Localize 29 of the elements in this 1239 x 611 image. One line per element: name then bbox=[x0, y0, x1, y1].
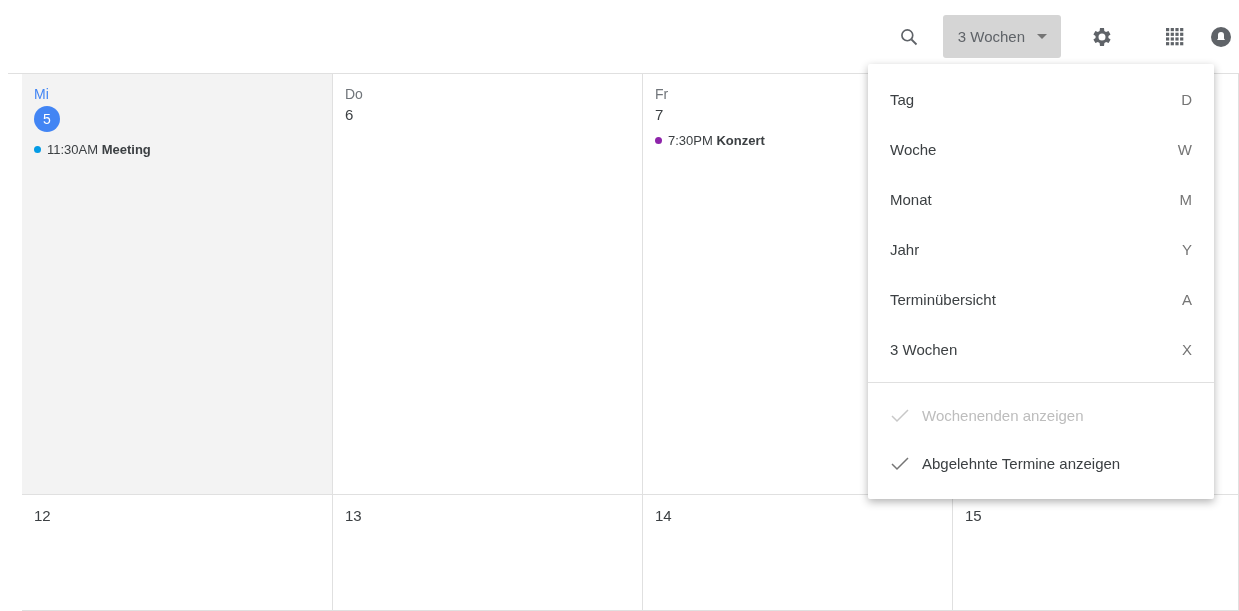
weekday-label: Mi bbox=[34, 86, 49, 102]
shortcut-key: A bbox=[1182, 290, 1192, 308]
weekday-label: Fr bbox=[655, 86, 669, 102]
day-cell[interactable]: Do 6 bbox=[333, 74, 643, 495]
day-cell[interactable]: 12 bbox=[22, 495, 333, 611]
menu-item-label: Jahr bbox=[890, 240, 920, 258]
date-number: 13 bbox=[345, 507, 362, 524]
date-number: 5 bbox=[34, 106, 60, 132]
day-cell[interactable]: Mi 5 11:30AM Meeting bbox=[22, 74, 333, 495]
shortcut-key: Y bbox=[1182, 240, 1192, 258]
shortcut-key: W bbox=[1177, 140, 1192, 158]
view-dropdown[interactable]: 3 Wochen bbox=[942, 15, 1061, 58]
date-number: 14 bbox=[655, 507, 672, 524]
date-number: 7 bbox=[655, 106, 664, 123]
event-label[interactable]: 7:30PM Konzert bbox=[668, 133, 765, 148]
caret-icon bbox=[1037, 34, 1047, 39]
menu-item-label: Tag bbox=[890, 90, 915, 108]
shortcut-key: D bbox=[1181, 90, 1192, 108]
weekday-label: Do bbox=[345, 86, 363, 102]
date-number: 15 bbox=[965, 507, 982, 524]
shortcut-key: X bbox=[1182, 340, 1192, 358]
menu-item-label: Monat bbox=[890, 190, 932, 208]
shortcut-key: M bbox=[1179, 190, 1192, 208]
day-cell[interactable]: 13 bbox=[333, 495, 643, 611]
notification-icon[interactable] bbox=[1209, 24, 1233, 49]
menu-item-label: Woche bbox=[890, 140, 937, 158]
date-number: 12 bbox=[34, 507, 51, 524]
event-label[interactable]: 11:30AM Meeting bbox=[47, 142, 151, 157]
date-number: 6 bbox=[345, 106, 354, 123]
